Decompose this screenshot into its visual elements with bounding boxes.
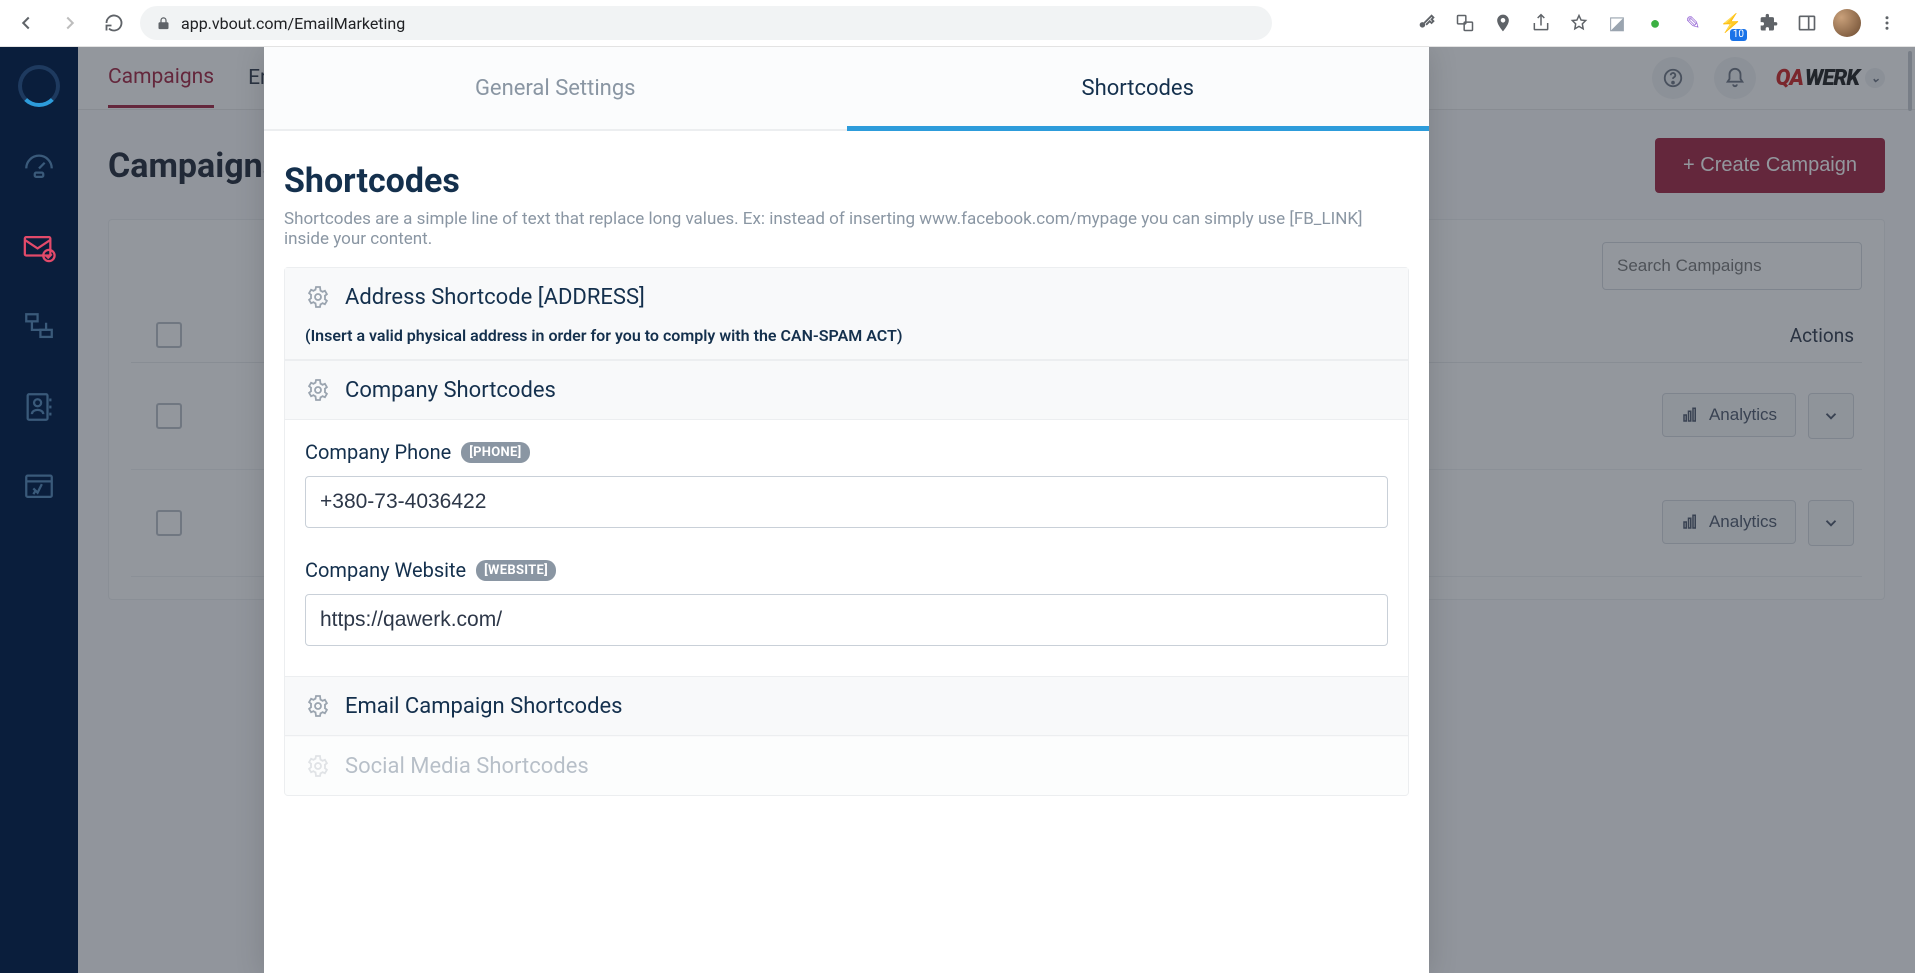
nav-back-button[interactable] (8, 5, 44, 41)
translate-icon[interactable] (1453, 11, 1477, 35)
section-social-title: Social Media Shortcodes (345, 754, 589, 779)
panel-icon[interactable] (1795, 11, 1819, 35)
browser-chrome: app.vbout.com/EmailMarketing ◪ ● ✎ ⚡ (0, 0, 1915, 47)
profile-avatar[interactable] (1833, 9, 1861, 37)
sidebar-dashboard[interactable] (19, 147, 59, 187)
chrome-actions: ◪ ● ✎ ⚡ (1415, 9, 1907, 37)
section-address-note: (Insert a valid physical address in orde… (285, 326, 1408, 360)
star-icon[interactable] (1567, 11, 1591, 35)
share-icon[interactable] (1529, 11, 1553, 35)
website-tag: [WEBSITE] (476, 560, 556, 581)
phone-tag: [PHONE] (461, 442, 529, 463)
app-logo[interactable] (18, 65, 60, 107)
address-bar[interactable]: app.vbout.com/EmailMarketing (140, 6, 1272, 40)
section-address: Address Shortcode [ADDRESS] (Insert a va… (284, 267, 1409, 796)
section-company-title: Company Shortcodes (345, 378, 556, 403)
location-icon[interactable] (1491, 11, 1515, 35)
section-email-title: Email Campaign Shortcodes (345, 694, 623, 719)
lock-icon (156, 16, 171, 31)
extensions-icon[interactable] (1757, 11, 1781, 35)
sidebar-pages[interactable] (19, 467, 59, 507)
ext-2-icon[interactable]: ● (1643, 11, 1667, 35)
app-root: Campaigns Email Templates File Manager Q… (0, 47, 1915, 973)
gear-icon (305, 377, 331, 403)
key-icon[interactable] (1415, 11, 1439, 35)
section-address-header[interactable]: Address Shortcode [ADDRESS] (285, 268, 1408, 326)
nav-reload-button[interactable] (96, 5, 132, 41)
modal-tabs: General Settings Shortcodes (264, 47, 1429, 131)
gear-icon (305, 693, 331, 719)
ext-3-icon[interactable]: ✎ (1681, 11, 1705, 35)
company-website-input[interactable] (305, 594, 1388, 646)
modal-tab-general[interactable]: General Settings (264, 47, 847, 129)
company-phone-label: Company Phone (305, 440, 451, 464)
gear-icon (305, 753, 331, 779)
main-area: Campaigns Email Templates File Manager Q… (78, 47, 1915, 973)
ext-1-icon[interactable]: ◪ (1605, 11, 1629, 35)
nav-forward-button[interactable] (52, 5, 88, 41)
modal-title: Shortcodes (284, 161, 1409, 201)
sidebar-contacts[interactable] (19, 387, 59, 427)
sidebar-email[interactable] (19, 227, 59, 267)
section-email-header[interactable]: Email Campaign Shortcodes (285, 676, 1408, 736)
settings-modal: General Settings Shortcodes Shortcodes S… (264, 47, 1429, 973)
modal-tab-shortcodes[interactable]: Shortcodes (847, 47, 1430, 129)
section-company-header[interactable]: Company Shortcodes (285, 360, 1408, 420)
modal-body: Shortcodes Shortcodes are a simple line … (264, 131, 1429, 973)
modal-description: Shortcodes are a simple line of text tha… (284, 209, 1409, 249)
sidebar (0, 47, 78, 973)
ext-4-icon[interactable]: ⚡ (1719, 11, 1743, 35)
company-website-label: Company Website (305, 558, 466, 582)
sidebar-automation[interactable] (19, 307, 59, 347)
url-text: app.vbout.com/EmailMarketing (181, 14, 405, 33)
gear-icon (305, 284, 331, 310)
field-company-website: Company Website [WEBSITE] (285, 548, 1408, 676)
company-phone-input[interactable] (305, 476, 1388, 528)
section-social-header[interactable]: Social Media Shortcodes (285, 736, 1408, 795)
menu-icon[interactable] (1875, 11, 1899, 35)
section-address-title: Address Shortcode [ADDRESS] (345, 285, 645, 310)
field-company-phone: Company Phone [PHONE] (285, 420, 1408, 548)
